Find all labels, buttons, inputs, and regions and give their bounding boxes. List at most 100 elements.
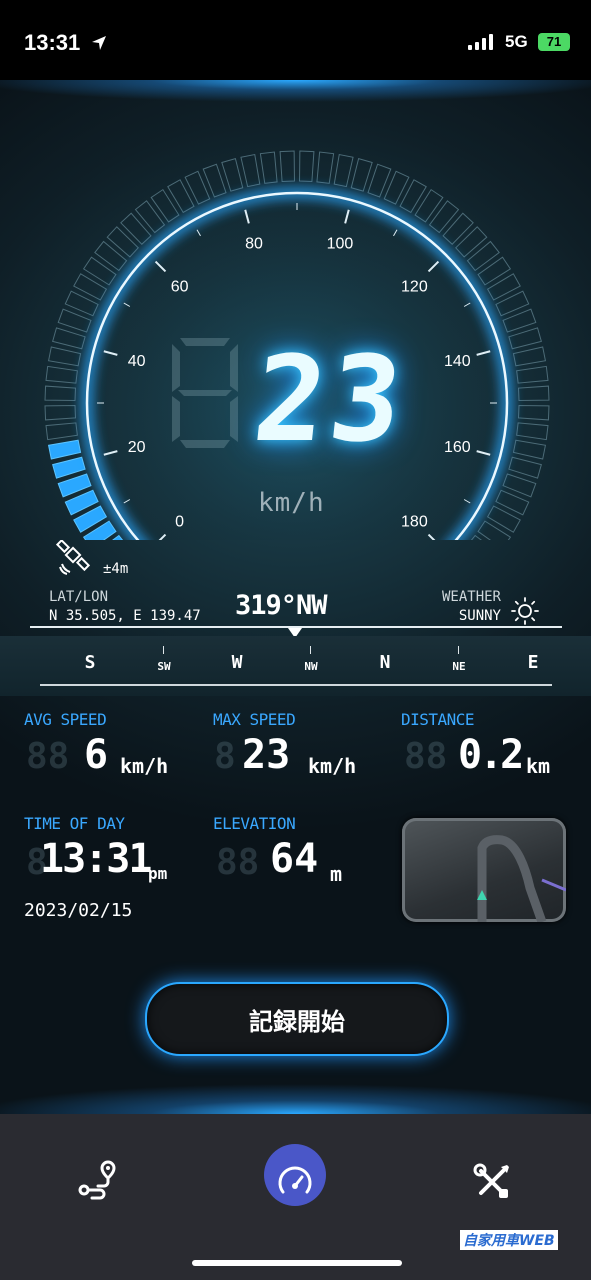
speed-segment (106, 226, 139, 258)
compass-tick (458, 646, 459, 654)
status-time: 13:31 (24, 30, 81, 55)
speed-segment (350, 158, 373, 192)
speed-segment (150, 188, 180, 223)
gauge-tick-label: 0 (175, 513, 184, 530)
distance-value: 0.2 (458, 732, 524, 778)
speed-segment (399, 179, 427, 214)
speed-segment (333, 153, 354, 188)
gauge-tick-label: 140 (444, 353, 471, 370)
weather-value: SUNNY (458, 608, 501, 624)
speed-segment (516, 365, 549, 384)
speed-segment (82, 256, 117, 286)
bottom-glow (0, 1074, 591, 1114)
avg-speed-unit: km/h (120, 754, 169, 778)
avg-speed-ghost-digits: 88 (26, 736, 70, 777)
speed-segment (486, 505, 521, 533)
speed-segment (259, 151, 278, 184)
compass-bottom-line (40, 684, 552, 686)
speed-segment-lit (52, 456, 86, 479)
speed-segment (47, 346, 82, 367)
home-indicator (192, 1260, 402, 1266)
satellite-icon (56, 540, 91, 575)
speed-segment (508, 456, 542, 479)
battery-icon: 71 (538, 33, 570, 51)
speed-segment (73, 273, 108, 301)
speed-segment (428, 200, 460, 234)
max-speed-unit: km/h (308, 754, 357, 778)
network-type: 5G (505, 32, 528, 51)
speed-segment (134, 200, 166, 234)
dashboard: 0 20 40 60 80 100 120 140 160 180 23 km/h ±4m LAT… (0, 80, 591, 1114)
speed-segment (45, 365, 78, 384)
gauge-tick-label: 160 (444, 439, 471, 456)
speed-gauge: 0 20 40 60 80 100 120 140 160 180 (44, 150, 550, 540)
compass-dir-s: S (84, 652, 96, 673)
mini-map[interactable] (402, 818, 566, 922)
tab-settings[interactable] (462, 1152, 522, 1212)
avg-speed-label: AVG SPEED (24, 710, 107, 729)
gps-accuracy: ±4m (103, 561, 129, 577)
tools-icon (473, 1163, 509, 1198)
gauge-tick-label: 180 (401, 513, 428, 530)
speed-segment (52, 327, 86, 350)
latlon-label: LAT/LON (49, 589, 109, 605)
route-map-icon (78, 1160, 116, 1200)
elevation-value: 64 (270, 836, 319, 882)
gauge-tick-label: 80 (245, 236, 263, 253)
speed-segment (512, 439, 547, 460)
watermark: 自家用車WEB (460, 1230, 558, 1250)
tab-speedometer[interactable] (265, 1152, 325, 1212)
gauge-tick-label: 100 (327, 236, 354, 253)
tab-route[interactable] (68, 1152, 128, 1212)
max-speed-ghost-digit: 8 (214, 736, 236, 777)
compass-dir-n: N (379, 652, 391, 673)
latlon-value: N 35.505, E 139.47 (49, 608, 201, 624)
distance-label: DISTANCE (401, 710, 475, 729)
mini-map-route (477, 835, 566, 922)
sun-icon (511, 597, 539, 625)
avg-speed-value: 6 (84, 732, 109, 778)
gauge-tick-label: 60 (171, 279, 189, 296)
speed-segment (466, 240, 500, 272)
speed-segment (477, 520, 512, 540)
speed-segment (299, 150, 315, 183)
speed-segment (508, 327, 542, 350)
cellular-signal-icon (468, 34, 493, 50)
heading-value: 319°NW (235, 590, 328, 621)
max-speed-label: MAX SPEED (213, 710, 296, 729)
speed-segment (517, 405, 550, 421)
weather-label: WEATHER (441, 589, 501, 605)
distance-unit: km (526, 754, 551, 778)
speed-segment (167, 179, 195, 214)
speed-segment (94, 240, 128, 272)
speed-unit: km/h (258, 488, 325, 518)
elevation-ghost-digits: 88 (216, 842, 260, 883)
speed-segment (470, 534, 482, 540)
speed-segment (316, 151, 335, 184)
compass-dir-ne: NE (452, 660, 466, 673)
speed-segment (516, 422, 549, 441)
max-speed-value: 23 (242, 732, 291, 778)
speed-segment (442, 212, 474, 245)
speed-segment (477, 256, 512, 286)
speedometer-icon (278, 1166, 312, 1194)
tab-bar: 自家用車WEB (0, 1114, 591, 1280)
time-of-day-value: 13:31 (40, 836, 152, 882)
gauge-tick-label: 20 (128, 439, 146, 456)
gauge-tick-label: 120 (401, 279, 428, 296)
speed-segment (240, 153, 261, 188)
speed-segment (45, 422, 78, 441)
gauge-tick-label: 40 (128, 353, 146, 370)
status-bar: 13:31 5G 71 (0, 0, 591, 80)
start-recording-button[interactable]: 記録開始 (145, 982, 449, 1056)
compass-dir-nw: NW (304, 660, 318, 673)
speed-segment (221, 158, 244, 192)
speed-segment (512, 346, 547, 367)
speed-segment (279, 150, 295, 183)
speed-segment (486, 273, 521, 301)
compass-dir-e: E (527, 652, 539, 673)
elevation-unit: m (330, 862, 343, 886)
speed-segment-lit (47, 439, 82, 460)
speed-segment (414, 188, 444, 223)
speed-segment (44, 385, 77, 401)
